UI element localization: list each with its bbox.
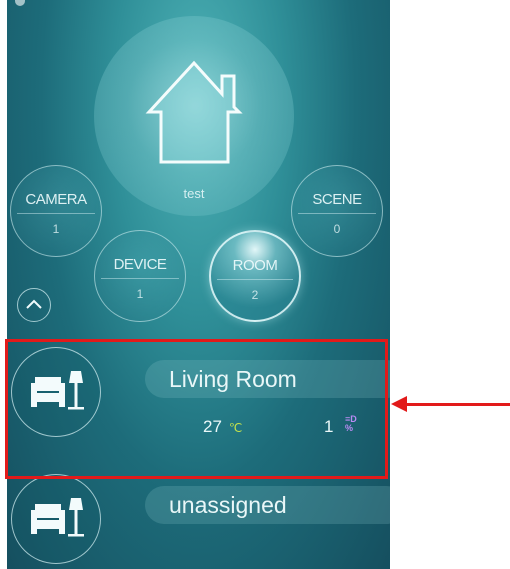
room-icon-button[interactable] [11, 474, 101, 564]
camera-label: CAMERA [25, 191, 87, 208]
armchair-lamp-icon [31, 498, 84, 537]
camera-button[interactable]: CAMERA 1 [10, 165, 102, 257]
room-name: unassigned [169, 492, 287, 518]
scene-label: SCENE [312, 191, 362, 208]
divider [17, 213, 95, 214]
annotation-arrow-icon [391, 396, 407, 412]
divider [298, 213, 376, 214]
room-item-unassigned[interactable]: unassigned [7, 472, 390, 569]
divider [101, 278, 179, 279]
divider [217, 279, 293, 280]
room-label: ROOM [232, 257, 278, 274]
home-name: test [183, 186, 205, 201]
annotation-arrow-line [405, 403, 510, 406]
collapse-button[interactable] [17, 288, 51, 322]
room-count: 2 [251, 288, 259, 302]
scene-button[interactable]: SCENE 0 [291, 165, 383, 257]
chevron-up-icon [26, 299, 42, 309]
home-button[interactable]: test [94, 16, 294, 216]
device-button[interactable]: DEVICE 1 [94, 230, 186, 322]
room-button[interactable]: ROOM 2 [209, 230, 301, 322]
scene-count: 0 [333, 222, 341, 236]
app-screen: test CAMERA 1 SCENE 0 DEVICE 1 ROOM 2 Li… [7, 0, 390, 569]
device-label: DEVICE [113, 256, 167, 273]
status-glint [15, 0, 25, 6]
camera-count: 1 [52, 222, 60, 236]
device-count: 1 [136, 287, 144, 301]
highlight-box [5, 339, 388, 479]
room-name-field: unassigned [145, 486, 390, 524]
